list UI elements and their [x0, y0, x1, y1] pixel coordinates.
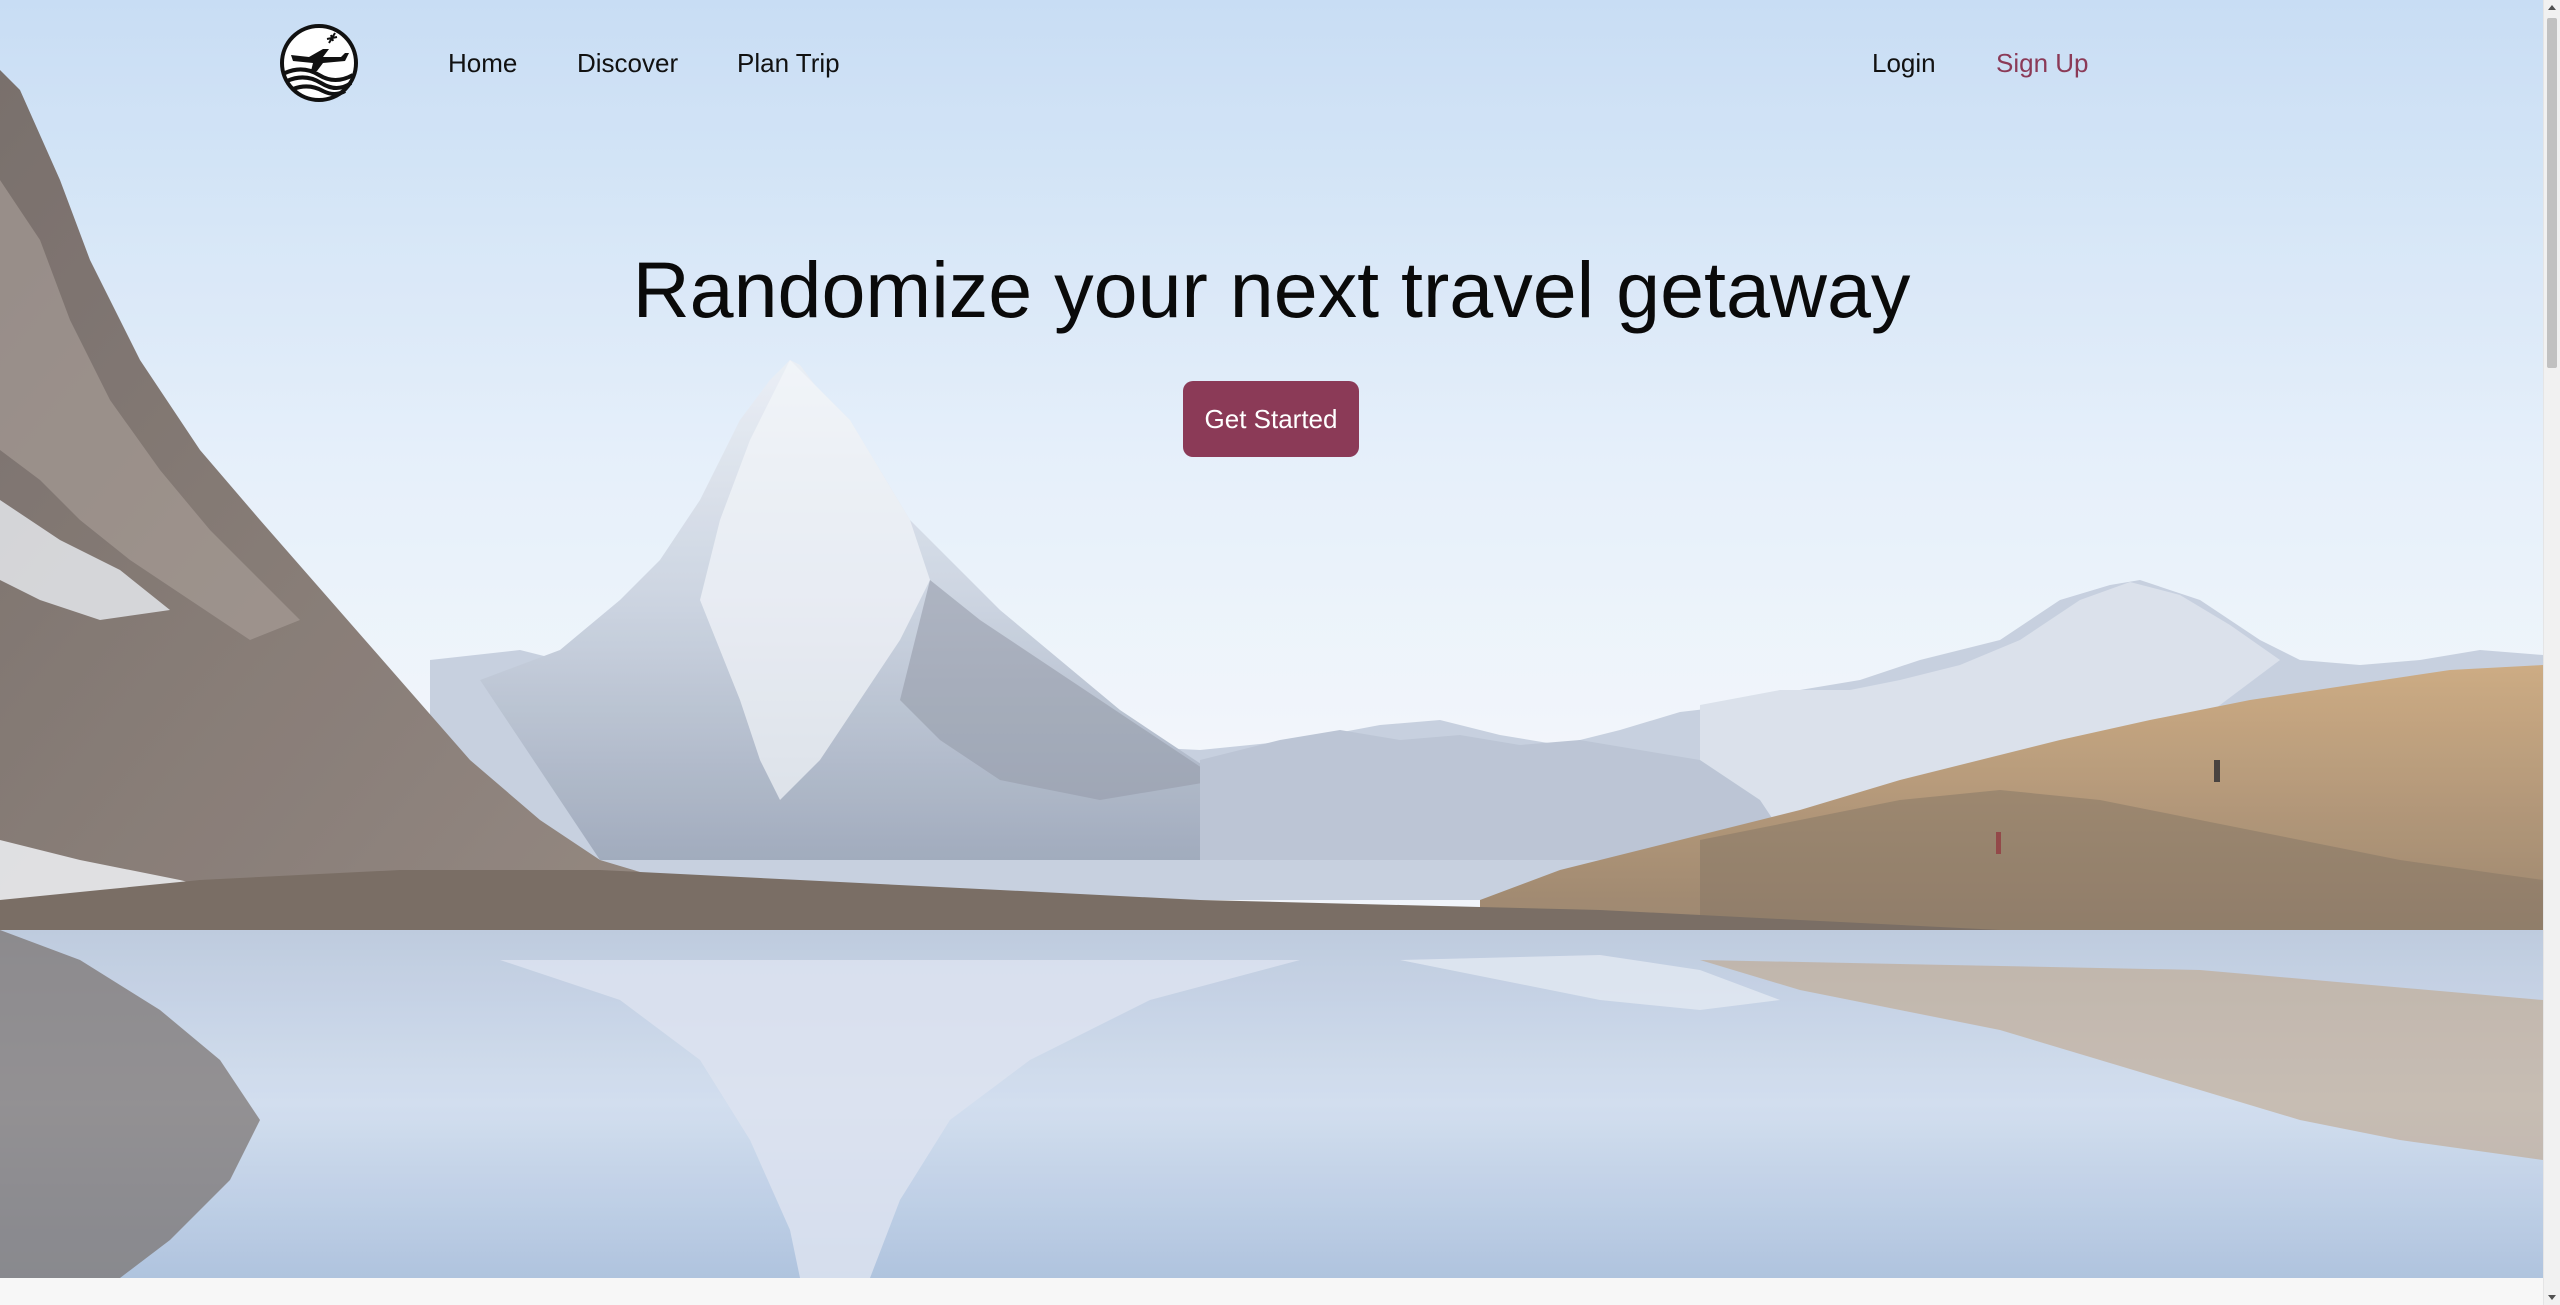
nav-link-plan-trip[interactable]: Plan Trip [737, 48, 840, 78]
page: Home Discover Plan Trip Login Sign Up Ra… [0, 0, 2543, 1305]
top-navigation: Home Discover Plan Trip Login Sign Up [0, 0, 2543, 128]
nav-link-discover[interactable]: Discover [577, 48, 678, 78]
hero-section: Home Discover Plan Trip Login Sign Up Ra… [0, 0, 2543, 1278]
scroll-down-arrow-icon[interactable] [2548, 1295, 2556, 1300]
vertical-scrollbar[interactable] [2543, 0, 2560, 1305]
hero-title: Randomize your next travel getaway [632, 245, 1911, 334]
login-link[interactable]: Login [1872, 48, 1936, 78]
get-started-button[interactable]: Get Started [1183, 381, 1359, 457]
scrollbar-thumb[interactable] [2547, 18, 2557, 368]
scroll-up-arrow-icon[interactable] [2548, 5, 2556, 10]
signup-link[interactable]: Sign Up [1996, 48, 2089, 78]
page-bottom-strip [0, 1278, 2543, 1305]
plane-globe-logo-icon[interactable] [279, 23, 359, 103]
mountain-lake-background-image [0, 0, 2543, 1278]
nav-link-home[interactable]: Home [448, 48, 517, 78]
